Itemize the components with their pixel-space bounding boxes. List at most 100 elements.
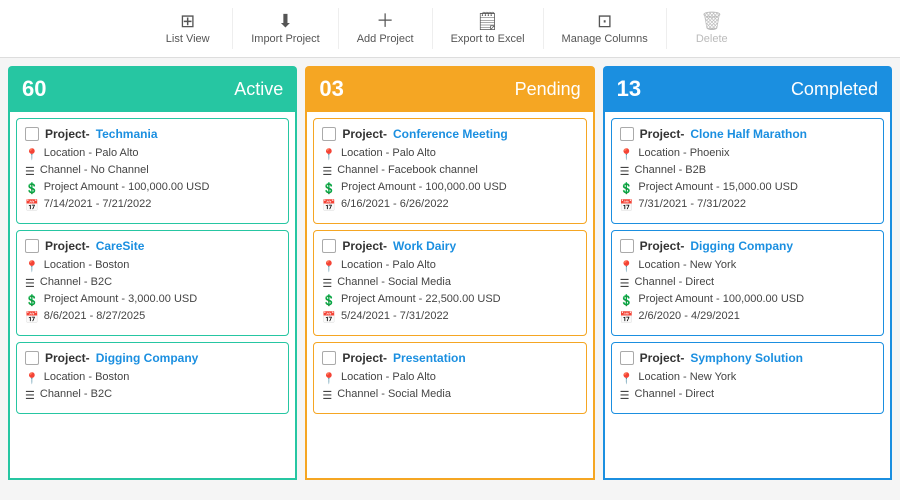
add-project-label: Add Project: [357, 33, 414, 45]
channel-icon: ☰: [620, 389, 630, 402]
title-name: Conference Meeting: [393, 127, 508, 141]
title-name: CareSite: [96, 239, 145, 253]
card-title-pending-1: Project- Work Dairy: [322, 239, 577, 253]
toolbar-import-project[interactable]: ⬇ Import Project: [233, 8, 338, 49]
channel-icon: ☰: [322, 165, 332, 178]
manage-columns-label: Manage Columns: [562, 33, 648, 45]
title-prefix: Project-: [640, 239, 685, 253]
toolbar-export-excel[interactable]: 🗒 Export to Excel: [433, 8, 544, 49]
amount-icon: 💲: [620, 182, 634, 195]
dates-icon: 📅: [322, 199, 336, 212]
toolbar: ⊞ List View ⬇ Import Project ＋ Add Proje…: [0, 0, 900, 58]
channel-icon: ☰: [322, 389, 332, 402]
delete-icon: 🗑: [700, 12, 723, 30]
card-checkbox[interactable]: [620, 351, 634, 365]
channel-icon: ☰: [620, 277, 630, 290]
card-amount: 💲Project Amount - 100,000.00 USD: [322, 181, 577, 195]
card-dates: 📅2/6/2020 - 4/29/2021: [620, 310, 875, 324]
amount-icon: 💲: [322, 294, 336, 307]
card-checkbox[interactable]: [25, 239, 39, 253]
card-dates: 📅8/6/2021 - 8/27/2025: [25, 310, 280, 324]
column-completed: Project- Clone Half Marathon 📍Location -…: [603, 112, 892, 480]
channel-icon: ☰: [25, 165, 35, 178]
card-checkbox[interactable]: [25, 127, 39, 141]
card-pending-0: Project- Conference Meeting 📍Location - …: [313, 118, 586, 224]
card-location: 📍Location - Palo Alto: [322, 147, 577, 161]
card-channel: ☰Channel - Direct: [620, 388, 875, 402]
card-location: 📍Location - Phoenix: [620, 147, 875, 161]
card-location: 📍Location - New York: [620, 259, 875, 273]
card-title-active-0: Project- Techmania: [25, 127, 280, 141]
location-icon: 📍: [322, 372, 336, 385]
card-dates: 📅6/16/2021 - 6/26/2022: [322, 198, 577, 212]
main-content: Project- Techmania 📍Location - Palo Alto…: [0, 112, 900, 488]
card-channel: ☰Channel - Social Media: [322, 388, 577, 402]
list-view-label: List View: [166, 33, 210, 45]
card-title-pending-2: Project- Presentation: [322, 351, 577, 365]
channel-icon: ☰: [25, 389, 35, 402]
card-checkbox[interactable]: [322, 239, 336, 253]
card-dates: 📅5/24/2021 - 7/31/2022: [322, 310, 577, 324]
toolbar-add-project[interactable]: ＋ Add Project: [339, 8, 433, 49]
toolbar-manage-columns[interactable]: ⊡ Manage Columns: [544, 8, 667, 49]
card-location: 📍Location - Palo Alto: [322, 371, 577, 385]
title-prefix: Project-: [640, 127, 685, 141]
col-header-active: 60 Active: [8, 66, 297, 112]
dates-icon: 📅: [25, 311, 39, 324]
card-title-active-2: Project- Digging Company: [25, 351, 280, 365]
card-completed-2: Project- Symphony Solution 📍Location - N…: [611, 342, 884, 414]
card-channel: ☰Channel - Social Media: [322, 276, 577, 290]
card-checkbox[interactable]: [25, 351, 39, 365]
card-pending-2: Project- Presentation 📍Location - Palo A…: [313, 342, 586, 414]
card-amount: 💲Project Amount - 100,000.00 USD: [620, 293, 875, 307]
card-checkbox[interactable]: [322, 127, 336, 141]
manage-columns-icon: ⊡: [597, 12, 612, 30]
col-count-completed: 13: [617, 76, 641, 102]
col-header-completed: 13 Completed: [603, 66, 892, 112]
title-prefix: Project-: [45, 239, 90, 253]
dates-icon: 📅: [620, 199, 634, 212]
title-prefix: Project-: [640, 351, 685, 365]
card-channel: ☰Channel - B2C: [25, 388, 280, 402]
title-name: Presentation: [393, 351, 466, 365]
title-name: Symphony Solution: [690, 351, 803, 365]
card-checkbox[interactable]: [620, 127, 634, 141]
card-active-0: Project- Techmania 📍Location - Palo Alto…: [16, 118, 289, 224]
amount-icon: 💲: [25, 294, 39, 307]
amount-icon: 💲: [25, 182, 39, 195]
title-prefix: Project-: [45, 127, 90, 141]
add-project-icon: ＋: [376, 12, 394, 30]
title-name: Digging Company: [96, 351, 199, 365]
card-channel: ☰Channel - Facebook channel: [322, 164, 577, 178]
list-view-icon: ⊞: [180, 12, 195, 30]
columns-header: 60 Active 03 Pending 13 Completed: [0, 58, 900, 112]
column-pending: Project- Conference Meeting 📍Location - …: [305, 112, 594, 480]
card-channel: ☰Channel - Direct: [620, 276, 875, 290]
card-location: 📍Location - Boston: [25, 259, 280, 273]
col-label-completed: Completed: [791, 79, 878, 100]
card-amount: 💲Project Amount - 100,000.00 USD: [25, 181, 280, 195]
toolbar-delete: 🗑 Delete: [667, 8, 757, 49]
title-name: Work Dairy: [393, 239, 456, 253]
card-checkbox[interactable]: [322, 351, 336, 365]
location-icon: 📍: [25, 260, 39, 273]
toolbar-list-view[interactable]: ⊞ List View: [143, 8, 233, 49]
column-active: Project- Techmania 📍Location - Palo Alto…: [8, 112, 297, 480]
delete-label: Delete: [696, 33, 728, 45]
col-header-pending: 03 Pending: [305, 66, 594, 112]
location-icon: 📍: [620, 260, 634, 273]
amount-icon: 💲: [620, 294, 634, 307]
card-amount: 💲Project Amount - 22,500.00 USD: [322, 293, 577, 307]
card-active-1: Project- CareSite 📍Location - Boston☰Cha…: [16, 230, 289, 336]
card-location: 📍Location - Boston: [25, 371, 280, 385]
card-channel: ☰Channel - No Channel: [25, 164, 280, 178]
card-title-completed-0: Project- Clone Half Marathon: [620, 127, 875, 141]
title-prefix: Project-: [342, 351, 387, 365]
card-checkbox[interactable]: [620, 239, 634, 253]
card-pending-1: Project- Work Dairy 📍Location - Palo Alt…: [313, 230, 586, 336]
export-excel-label: Export to Excel: [451, 33, 525, 45]
card-completed-1: Project- Digging Company 📍Location - New…: [611, 230, 884, 336]
card-completed-0: Project- Clone Half Marathon 📍Location -…: [611, 118, 884, 224]
card-dates: 📅7/14/2021 - 7/21/2022: [25, 198, 280, 212]
title-name: Clone Half Marathon: [690, 127, 807, 141]
